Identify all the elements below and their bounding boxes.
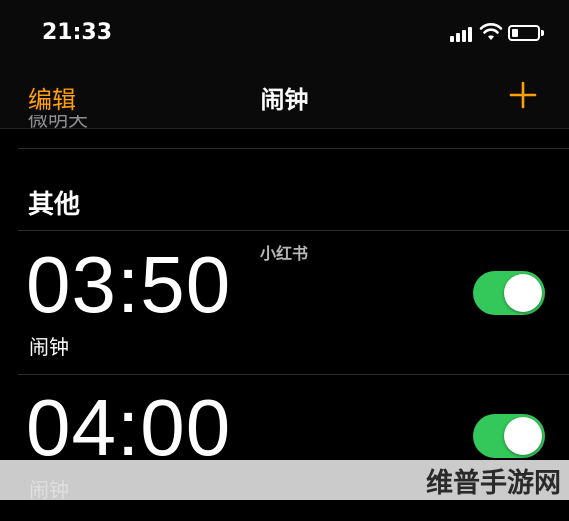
divider (18, 230, 569, 231)
watermark-logo: 小红书 (260, 244, 309, 263)
alarm-toggle[interactable] (473, 414, 545, 458)
plus-icon[interactable] (508, 80, 538, 110)
toggle-knob (504, 274, 542, 312)
alarm-label: 闹钟 (29, 335, 69, 359)
battery-icon (508, 25, 540, 41)
wifi-icon (479, 23, 503, 40)
status-bar: 21:33 (0, 0, 569, 70)
battery-cap (541, 30, 544, 36)
divider (18, 374, 569, 375)
cellular-signal-icon (450, 26, 472, 42)
section-header: 其他 (28, 190, 81, 220)
watermark-site-name: 维普手游网 (426, 468, 561, 499)
alarm-time: 03:50 (26, 240, 232, 329)
page-title: 闹钟 (260, 86, 309, 114)
alarm-time: 04:00 (26, 383, 232, 472)
alarm-toggle[interactable] (473, 271, 545, 315)
status-time: 21:33 (42, 20, 113, 45)
divider (18, 148, 569, 149)
edit-button[interactable]: 编辑 (28, 80, 76, 115)
previous-alarm-label-partial: 微明天 (28, 115, 88, 131)
toggle-knob (504, 417, 542, 455)
